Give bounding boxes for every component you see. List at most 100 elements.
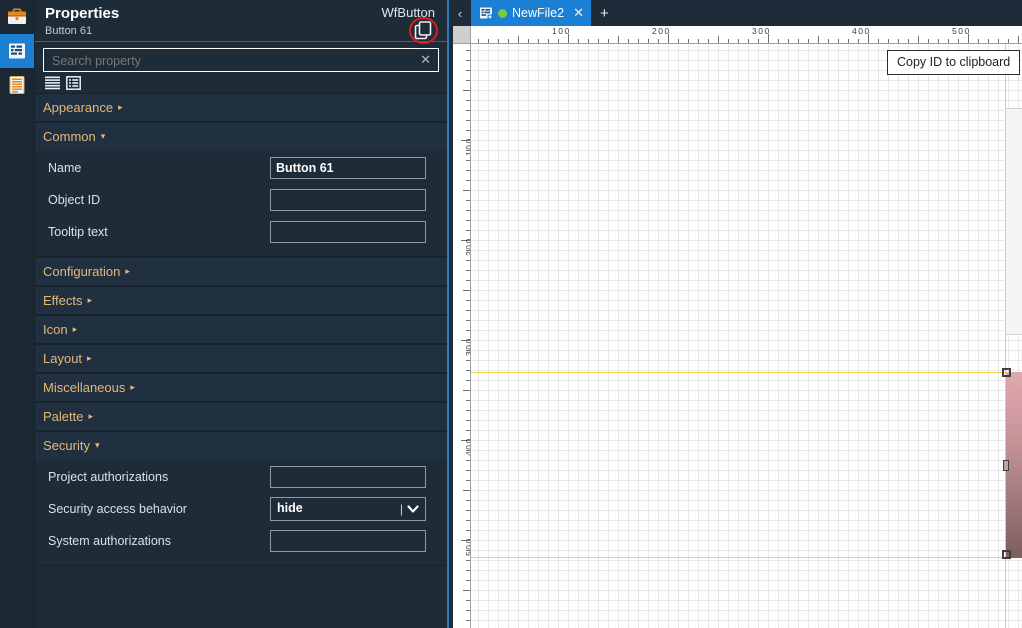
rail-item-toolbox[interactable] — [0, 0, 34, 34]
grouped-view-toggle[interactable] — [66, 76, 81, 90]
section-layout[interactable]: Layout ▸ — [35, 344, 447, 373]
project-authorizations-field[interactable] — [270, 466, 426, 488]
search-input[interactable] — [50, 49, 394, 73]
property-label: Security access behavior — [48, 502, 187, 516]
ruler-tick — [918, 36, 919, 43]
section-effects[interactable]: Effects ▸ — [35, 286, 447, 315]
security-access-behavior-select[interactable]: hide | — [270, 497, 426, 521]
app-window: Properties Button 61 WfButton ✕ — [0, 0, 1022, 628]
tooltip-text-field[interactable] — [270, 221, 426, 243]
section-body-security: Project authorizations Security access b… — [35, 459, 447, 565]
section-label: Security — [43, 438, 90, 453]
property-label: Tooltip text — [48, 225, 108, 239]
ruler-tick — [648, 39, 649, 43]
section-miscellaneous[interactable]: Miscellaneous ▸ — [35, 373, 447, 402]
ruler-tick — [466, 210, 470, 211]
tab-scroll-back-button[interactable]: ‹ — [449, 0, 471, 26]
selection-handle-bottom-left[interactable] — [1002, 550, 1011, 559]
ruler-tick — [466, 280, 470, 281]
chevron-down-icon — [407, 505, 419, 513]
form-panel[interactable]: CSS — [1005, 108, 1022, 335]
ruler-tick — [466, 460, 470, 461]
section-header-layout[interactable]: Layout ▸ — [35, 345, 447, 372]
properties-header: Properties Button 61 WfButton — [35, 0, 447, 44]
selection-handle-top-left[interactable] — [1002, 368, 1011, 377]
object-id-field[interactable] — [270, 189, 426, 211]
ruler-tick — [608, 39, 609, 43]
ruler-tick — [466, 220, 470, 221]
ruler-tick — [748, 39, 749, 43]
section-header-configuration[interactable]: Configuration ▸ — [35, 258, 447, 285]
ruler-tick — [466, 150, 470, 151]
ruler-tick — [466, 110, 470, 111]
rail-item-form-designer[interactable] — [0, 34, 34, 68]
ruler-tick — [888, 39, 889, 43]
tab-newfile2[interactable]: NewFile2 ✕ — [471, 0, 592, 26]
chevron-right-icon: ▸ — [72, 324, 78, 334]
ruler-tick — [466, 250, 470, 251]
properties-list-icon — [9, 76, 25, 94]
property-row-security-access-behavior: Security access behavior hide | — [35, 493, 447, 525]
copy-id-button[interactable] — [409, 17, 438, 44]
ruler-label: 300 — [752, 26, 771, 36]
ruler-tick — [798, 39, 799, 43]
section-header-effects[interactable]: Effects ▸ — [35, 287, 447, 314]
section-header-common[interactable]: Common ▾ — [35, 123, 447, 150]
ruler-tick — [466, 50, 470, 51]
guide-line-horizontal — [471, 557, 1022, 558]
ruler-tick — [878, 39, 879, 43]
section-label: Palette — [43, 409, 84, 424]
search-box[interactable]: ✕ — [43, 48, 439, 73]
clear-search-icon[interactable]: ✕ — [420, 51, 431, 69]
section-header-appearance[interactable]: Appearance ▸ — [35, 94, 447, 121]
guide-line-horizontal — [471, 372, 1022, 373]
section-header-miscellaneous[interactable]: Miscellaneous ▸ — [35, 374, 447, 401]
ruler-tick — [678, 39, 679, 43]
tab-label: NewFile2 — [512, 6, 565, 20]
ruler-tick — [466, 120, 470, 121]
section-header-palette[interactable]: Palette ▸ — [35, 403, 447, 430]
ruler-tick — [466, 350, 470, 351]
object-type-label: WfButton — [381, 5, 435, 20]
select-separator: | — [399, 502, 403, 516]
page-title: Properties — [45, 5, 120, 22]
ruler-tick — [958, 39, 959, 43]
ruler-tick — [463, 490, 470, 491]
section-palette[interactable]: Palette ▸ — [35, 402, 447, 431]
ruler-corner — [453, 26, 471, 44]
ruler-tick — [466, 230, 470, 231]
tab-close-icon[interactable]: ✕ — [573, 5, 584, 21]
list-view-toggle[interactable] — [45, 76, 60, 90]
ruler-label: 300 — [464, 337, 471, 356]
selection-handle-middle-left[interactable] — [1003, 460, 1009, 471]
ruler-tick — [728, 39, 729, 43]
section-header-icon[interactable]: Icon ▸ — [35, 316, 447, 343]
ruler-tick — [488, 39, 489, 43]
name-field[interactable] — [270, 157, 426, 179]
horizontal-ruler[interactable]: 100200300400500600 — [449, 26, 1022, 44]
system-authorizations-field[interactable] — [270, 530, 426, 552]
tooltip: Copy ID to clipboard — [887, 50, 1021, 75]
ruler-tick — [658, 39, 659, 43]
rail-item-properties-list[interactable] — [0, 68, 34, 102]
section-icon[interactable]: Icon ▸ — [35, 315, 447, 344]
property-label: Project authorizations — [48, 470, 169, 484]
vertical-ruler[interactable]: 100200300400500600 — [453, 43, 471, 628]
section-header-security[interactable]: Security ▾ — [35, 432, 447, 459]
section-appearance[interactable]: Appearance ▸ — [35, 93, 447, 122]
section-configuration[interactable]: Configuration ▸ — [35, 257, 447, 286]
ruler-tick — [466, 310, 470, 311]
ruler-tick — [463, 390, 470, 391]
ruler-tick — [466, 510, 470, 511]
ruler-label: 400 — [464, 437, 471, 456]
ruler-tick — [466, 100, 470, 101]
ruler-tick — [718, 36, 719, 43]
ruler-tick — [466, 300, 470, 301]
ruler-tick — [598, 39, 599, 43]
ruler-tick — [466, 420, 470, 421]
new-tab-button[interactable]: + — [591, 5, 618, 22]
ruler-tick — [466, 360, 470, 361]
ruler-tick — [828, 39, 829, 43]
tab-modified-indicator — [498, 8, 507, 18]
design-canvas[interactable]: CSS button — [471, 44, 1022, 628]
